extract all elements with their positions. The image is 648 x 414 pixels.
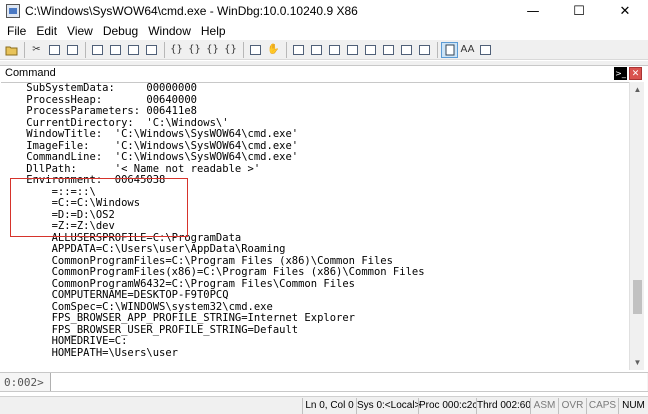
status-num: NUM [618, 398, 648, 414]
menu-help[interactable]: Help [196, 22, 231, 40]
source-mode-icon[interactable] [441, 41, 458, 58]
scroll-up-icon[interactable]: ▲ [630, 82, 645, 97]
output-line: COMPUTERNAME=DESKTOP-F9T0PCQ [1, 289, 229, 301]
go-icon[interactable] [89, 42, 106, 58]
output-line: WindowTitle: 'C:\Windows\SysWOW64\cmd.ex… [1, 128, 299, 140]
menu-window[interactable]: Window [143, 22, 196, 40]
command-window-controls: >_ ✕ [612, 67, 642, 80]
terminal-icon[interactable]: >_ [614, 67, 627, 80]
font-icon[interactable]: AA [459, 42, 476, 58]
output-line: HOMEDRIVE=C: [1, 335, 128, 347]
status-thread: Thrd 002:60 [476, 398, 531, 414]
output-line: ProcessParameters: 006411e8 [1, 105, 197, 117]
menu-file[interactable]: File [2, 22, 31, 40]
command-input[interactable] [50, 373, 647, 391]
command-window-header: Command >_ ✕ [0, 65, 648, 81]
toolbar-separator [85, 41, 86, 58]
copy-icon[interactable] [46, 42, 63, 58]
registers-window-icon[interactable] [344, 42, 361, 58]
call-stack-icon[interactable] [380, 42, 397, 58]
toolbar-separator [243, 41, 244, 58]
output-line: HOMEPATH=\Users\user [1, 346, 179, 359]
window-controls: — ☐ ✕ [510, 0, 648, 22]
close-button[interactable]: ✕ [602, 0, 648, 22]
step-over-icon[interactable]: {} [186, 42, 203, 58]
open-icon[interactable] [3, 42, 20, 58]
output-line: SubSystemData: 00000000 [1, 82, 197, 94]
status-bar: Ln 0, Col 0 Sys 0:<Local> Proc 000:c2c T… [0, 396, 648, 414]
menu-view[interactable]: View [62, 22, 98, 40]
scroll-down-icon[interactable]: ▼ [630, 355, 645, 370]
output-line: APPDATA=C:\Users\user\AppData\Roaming [1, 243, 286, 255]
minimize-button[interactable]: — [510, 0, 556, 22]
output-line: CommonProgramFiles(x86)=C:\Program Files… [1, 266, 425, 278]
restart-icon[interactable] [107, 42, 124, 58]
menu-edit[interactable]: Edit [31, 22, 62, 40]
prompt-label: 0:002> [4, 375, 44, 389]
environment-highlight-box [10, 178, 188, 237]
output-line: FPS_BROWSER_APP_PROFILE_STRING=Internet … [1, 312, 356, 324]
output-scrollbar[interactable]: ▲ ▼ [629, 82, 644, 370]
status-caps: CAPS [586, 398, 618, 414]
scroll-thumb[interactable] [633, 280, 642, 314]
step-out-icon[interactable]: {} [204, 42, 221, 58]
toolbar: ✂ {} {} {} {} ✋ AA [0, 40, 648, 60]
command-prompt-row: 0:002> [0, 372, 648, 392]
status-ovr: OVR [558, 398, 586, 414]
command-output[interactable]: SubSystemData: 00000000 ProcessHeap: 006… [1, 82, 629, 370]
maximize-button[interactable]: ☐ [556, 0, 602, 22]
hand-icon[interactable]: ✋ [265, 42, 282, 58]
paste-icon[interactable] [64, 42, 81, 58]
cut-icon[interactable]: ✂ [28, 42, 45, 58]
scratch-pad-icon[interactable] [416, 42, 433, 58]
command-window-title: Command [5, 67, 56, 79]
break-icon[interactable] [143, 42, 160, 58]
status-position: Ln 0, Col 0 [302, 398, 356, 414]
menu-debug[interactable]: Debug [98, 22, 143, 40]
step-into-icon[interactable]: {} [168, 42, 185, 58]
memory-window-icon[interactable] [362, 42, 379, 58]
windbg-app-icon [6, 4, 20, 18]
toolbar-separator [164, 41, 165, 58]
toolbar-separator [24, 41, 25, 58]
window-title: C:\Windows\SysWOW64\cmd.exe - WinDbg:10.… [25, 4, 358, 18]
watch-window-icon[interactable] [308, 42, 325, 58]
toolbar-separator [286, 41, 287, 58]
breakpoint-icon[interactable] [247, 42, 264, 58]
toolbar-separator [437, 41, 438, 58]
output-line: CommandLine: 'C:\Windows\SysWOW64\cmd.ex… [1, 151, 299, 163]
command-close-icon[interactable]: ✕ [629, 67, 642, 80]
menu-bar: File Edit View Debug Window Help [0, 22, 648, 40]
title-bar: C:\Windows\SysWOW64\cmd.exe - WinDbg:10.… [0, 0, 648, 22]
disassembly-icon[interactable] [398, 42, 415, 58]
status-system: Sys 0:<Local> [356, 398, 420, 414]
status-asm: ASM [530, 398, 558, 414]
run-to-cursor-icon[interactable]: {} [222, 42, 239, 58]
options-icon[interactable] [477, 42, 494, 58]
status-process: Proc 000:c2c [418, 398, 477, 414]
stop-icon[interactable] [125, 42, 142, 58]
locals-window-icon[interactable] [326, 42, 343, 58]
command-window-icon[interactable] [290, 42, 307, 58]
